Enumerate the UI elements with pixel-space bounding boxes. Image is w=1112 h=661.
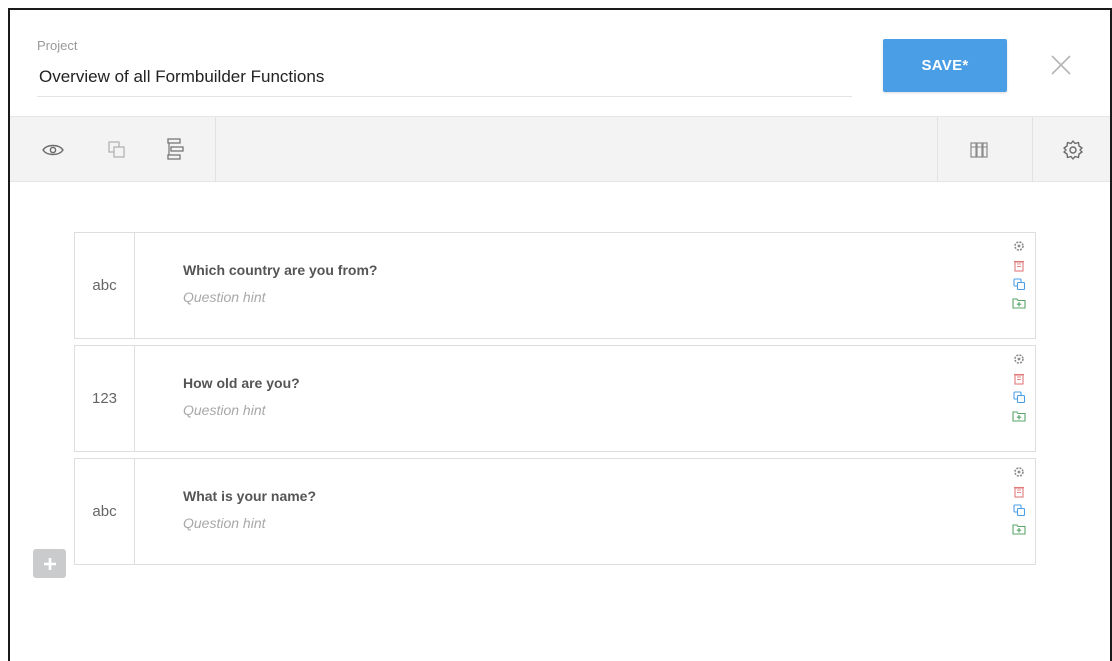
question-title[interactable]: Which country are you from? xyxy=(183,262,377,278)
duplicate-icon xyxy=(1012,503,1025,516)
copy-icon xyxy=(108,141,125,158)
gear-icon xyxy=(1014,241,1024,251)
question-title[interactable]: What is your name? xyxy=(183,488,316,504)
question-type-label: abc xyxy=(75,233,135,338)
preview-button[interactable] xyxy=(40,137,66,163)
trash-icon xyxy=(1014,260,1024,272)
question-actions xyxy=(1011,464,1027,540)
columns-icon xyxy=(970,142,988,158)
question-duplicate-button[interactable] xyxy=(1011,389,1027,405)
save-button[interactable]: SAVE* xyxy=(883,39,1007,92)
question-delete-button[interactable] xyxy=(1011,483,1027,499)
toolbar-divider xyxy=(937,117,938,183)
question-settings-button[interactable] xyxy=(1011,351,1027,367)
add-question-button[interactable] xyxy=(33,549,66,578)
form-builder-window: Project Overview of all Formbuilder Func… xyxy=(8,8,1112,661)
logic-icon xyxy=(167,138,184,160)
question-duplicate-button[interactable] xyxy=(1011,276,1027,292)
question-hint[interactable]: Question hint xyxy=(183,289,266,305)
project-label: Project xyxy=(37,38,78,53)
toolbar-divider xyxy=(1032,117,1033,183)
settings-button[interactable] xyxy=(1060,137,1086,163)
gear-icon xyxy=(1014,467,1024,477)
question-hint[interactable]: Question hint xyxy=(183,515,266,531)
layout-button[interactable] xyxy=(966,137,992,163)
gear-icon xyxy=(1014,354,1024,364)
gear-icon xyxy=(1063,140,1083,160)
question-type-label: abc xyxy=(75,459,135,564)
question-delete-button[interactable] xyxy=(1011,370,1027,386)
logic-tool-button[interactable] xyxy=(162,137,188,163)
trash-icon xyxy=(1014,486,1024,498)
question-hint[interactable]: Question hint xyxy=(183,402,266,418)
question-card[interactable]: abc What is your name? Question hint xyxy=(74,458,1036,565)
question-settings-button[interactable] xyxy=(1011,464,1027,480)
question-add-to-library-button[interactable] xyxy=(1011,295,1027,311)
question-actions xyxy=(1011,351,1027,427)
close-icon xyxy=(1051,55,1071,75)
folder-plus-icon xyxy=(1012,524,1026,535)
question-add-to-library-button[interactable] xyxy=(1011,521,1027,537)
question-type-label: 123 xyxy=(75,346,135,451)
folder-plus-icon xyxy=(1012,411,1026,422)
question-settings-button[interactable] xyxy=(1011,238,1027,254)
toolbar-divider xyxy=(215,117,216,183)
question-title[interactable]: How old are you? xyxy=(183,375,300,391)
trash-icon xyxy=(1014,373,1024,385)
question-actions xyxy=(1011,238,1027,314)
folder-plus-icon xyxy=(1012,298,1026,309)
plus-icon xyxy=(43,557,56,570)
close-button[interactable] xyxy=(1048,52,1074,78)
question-duplicate-button[interactable] xyxy=(1011,502,1027,518)
eye-icon xyxy=(42,144,64,156)
question-card[interactable]: 123 How old are you? Question hint xyxy=(74,345,1036,452)
question-card[interactable]: abc Which country are you from? Question… xyxy=(74,232,1036,339)
form-canvas: abc Which country are you from? Question… xyxy=(10,182,1110,661)
duplicate-icon xyxy=(1012,277,1025,290)
toolbar xyxy=(10,116,1110,183)
project-name-input[interactable]: Overview of all Formbuilder Functions xyxy=(39,67,324,87)
project-name-underline xyxy=(37,96,852,97)
header: Project Overview of all Formbuilder Func… xyxy=(10,10,1110,116)
duplicate-tool-button[interactable] xyxy=(104,137,130,163)
question-add-to-library-button[interactable] xyxy=(1011,408,1027,424)
question-delete-button[interactable] xyxy=(1011,257,1027,273)
duplicate-icon xyxy=(1012,390,1025,403)
